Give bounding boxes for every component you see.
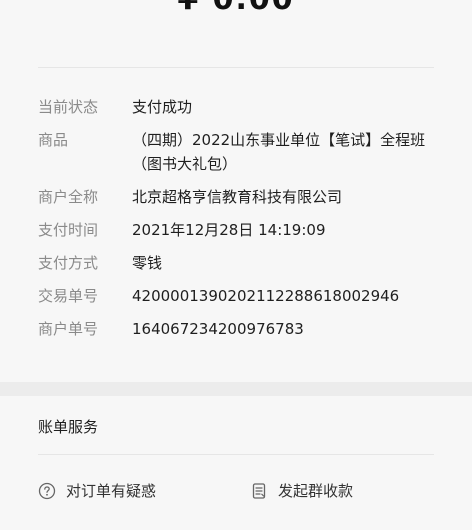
detail-label: 支付时间 [38,221,99,239]
detail-row-product: 商品 （四期）2022山东事业单位【笔试】全程班（图书大礼包） [38,128,438,176]
details-list: 当前状态 支付成功 商品 （四期）2022山东事业单位【笔试】全程班（图书大礼包… [38,95,438,350]
detail-row-merchant: 商户全称 北京超格亨信教育科技有限公司 [38,185,438,209]
divider [38,454,434,455]
detail-label: 支付方式 [38,254,99,272]
detail-label: 商户全称 [38,188,99,206]
section-title: 账单服务 [38,418,99,436]
detail-row-status: 当前状态 支付成功 [38,95,438,119]
detail-value: 支付成功 [132,98,193,116]
detail-value: 零钱 [132,254,163,272]
group-collect-label: 发起群收款 [278,482,354,500]
detail-row-merchant-order-id: 商户单号 164067234200976783 [38,317,438,341]
detail-label: 商户单号 [38,320,99,338]
document-icon [252,482,266,499]
section-separator [0,382,472,396]
divider [38,67,434,68]
order-question-label: 对订单有疑惑 [66,482,157,500]
detail-row-transaction-id: 交易单号 4200001390202112288618002946 [38,284,438,308]
detail-label: 商品 [38,131,69,149]
detail-value: 北京超格亨信教育科技有限公司 [132,188,343,206]
detail-label: 交易单号 [38,287,99,305]
payment-details-card: ¥ 0.00 当前状态 支付成功 商品 （四期）2022山东事业单位【笔试】全程… [0,0,472,380]
group-collect-button[interactable]: 发起群收款 [250,480,353,501]
detail-row-method: 支付方式 零钱 [38,251,438,275]
detail-value: （四期）2022山东事业单位【笔试】全程班（图书大礼包） [132,131,426,173]
payment-amount: ¥ 0.00 [0,0,472,17]
detail-value: 2021年12月28日 14:19:09 [132,221,326,239]
detail-value: 4200001390202112288618002946 [132,287,400,305]
help-circle-icon [38,482,56,499]
detail-value: 164067234200976783 [132,320,304,338]
bill-services-section: 账单服务 对订单有疑惑 发起群收款 [0,396,472,530]
order-question-button[interactable]: 对订单有疑惑 [38,480,156,501]
detail-label: 当前状态 [38,98,99,116]
detail-row-time: 支付时间 2021年12月28日 14:19:09 [38,218,438,242]
